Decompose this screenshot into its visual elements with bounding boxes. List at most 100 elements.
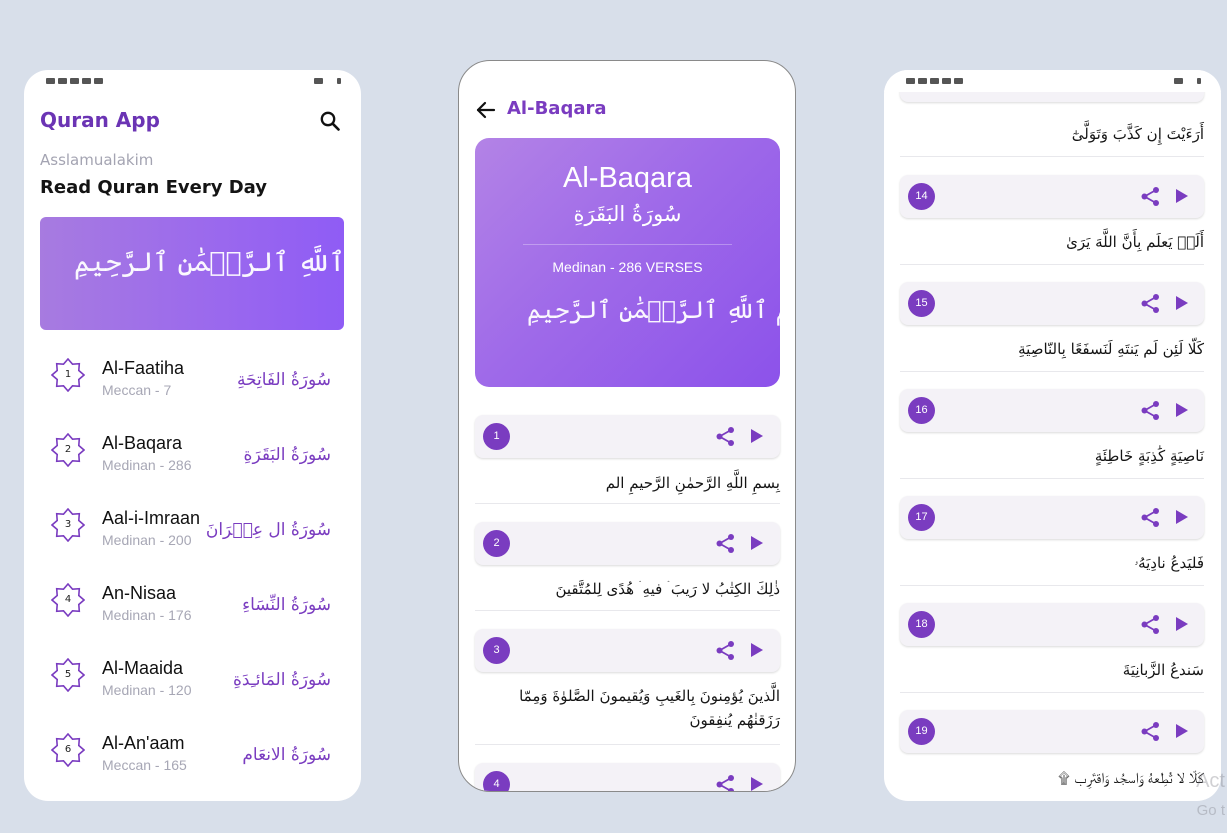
- surah-number-badge: 1: [51, 358, 85, 392]
- play-icon: [751, 643, 763, 657]
- verse-number: 3: [483, 637, 510, 664]
- divider: [900, 156, 1204, 157]
- play-icon: [1176, 510, 1188, 524]
- share-icon: [1141, 401, 1159, 420]
- surah-row[interactable]: 4 An-Nisaa Medinan - 176 سُورَةُ النِّسَ…: [24, 577, 361, 637]
- surah-row[interactable]: 6 Al-An'aam Meccan - 165 سُورَةُ الانعَا…: [24, 727, 361, 787]
- verse-text: أَرَءَيْتَ إِن كَذَّبَ وَتَوَلَّىٰٓ: [1071, 125, 1204, 143]
- play-icon: [1176, 617, 1188, 631]
- surah-name: Al-Maaida: [102, 658, 184, 678]
- verse-action-bar: 3: [475, 629, 780, 672]
- play-button[interactable]: [1173, 401, 1191, 419]
- surah-row[interactable]: 2 Al-Baqara Medinan - 286 سُورَةُ البَقَ…: [24, 427, 361, 487]
- status-bar: [46, 74, 341, 88]
- play-button[interactable]: [1173, 187, 1191, 205]
- share-icon: [1141, 508, 1159, 527]
- verse-number: 15: [908, 290, 935, 317]
- divider: [900, 585, 1204, 586]
- verse-number: 4: [483, 771, 510, 791]
- share-button[interactable]: [1140, 293, 1161, 314]
- greeting-text: Asslamualakim: [40, 151, 154, 169]
- surah-number-badge: 3: [51, 508, 85, 542]
- share-button[interactable]: [1140, 507, 1161, 528]
- surah-arabic-name: سُورَةُ البَقَرَةِ: [243, 445, 331, 465]
- divider: [900, 264, 1204, 265]
- play-icon: [751, 429, 763, 443]
- search-button[interactable]: [318, 109, 342, 133]
- surah-meta: Medinan - 200: [102, 532, 192, 548]
- verse-text: نَاصِيَةٍ كَٰذِبَةٍ خَاطِئَةٍ: [1094, 447, 1204, 465]
- verse-action-bar: 19: [900, 710, 1204, 753]
- play-icon: [1176, 724, 1188, 738]
- play-button[interactable]: [1173, 615, 1191, 633]
- surah-number: 1: [64, 369, 72, 380]
- share-icon: [716, 641, 734, 660]
- verse-action-bar: 16: [900, 389, 1204, 432]
- verse-number: 18: [908, 611, 935, 638]
- card-divider: [523, 244, 732, 245]
- surah-name: Al-Baqara: [102, 433, 183, 453]
- play-button[interactable]: [1173, 508, 1191, 526]
- share-icon: [716, 534, 734, 553]
- verse-text: أَلَمۡ يَعلَم بِأَنَّ اللَّهَ يَرَىٰ: [1066, 233, 1204, 251]
- play-button[interactable]: [1173, 722, 1191, 740]
- play-button[interactable]: [748, 641, 766, 659]
- share-button[interactable]: [715, 640, 736, 661]
- bismillah-calligraphy: بِسۡمِ ٱللَّهِ ٱلرَّحۡمَٰنِ ٱلرَّحِيمِ: [74, 247, 344, 278]
- verse-text: الَّذينَ يُؤمِنونَ بِالغَيبِ وَيُقيمونَ …: [519, 687, 780, 729]
- verse-action-bar: 15: [900, 282, 1204, 325]
- surah-arabic-name: سُورَةُ ال عِمۡرَانَ: [205, 520, 331, 540]
- surah-meta: Meccan - 7: [102, 382, 172, 398]
- divider: [475, 610, 780, 611]
- play-button[interactable]: [748, 534, 766, 552]
- play-icon: [751, 536, 763, 550]
- surah-name: An-Nisaa: [102, 583, 177, 603]
- play-button[interactable]: [748, 775, 766, 791]
- play-icon: [1176, 296, 1188, 310]
- surah-english-name: Al-Baqara: [563, 162, 692, 194]
- verse-action-bar: 17: [900, 496, 1204, 539]
- share-icon: [1141, 615, 1159, 634]
- share-button[interactable]: [715, 774, 736, 791]
- verse-number: 2: [483, 530, 510, 557]
- bismillah-calligraphy: بِسۡمِ ٱللَّهِ ٱلرَّحۡمَٰنِ ٱلرَّحِيمِ: [527, 296, 780, 324]
- divider: [900, 371, 1204, 372]
- surah-row[interactable]: 3 Aal-i-Imraan Medinan - 200 سُورَةُ ال …: [24, 502, 361, 562]
- surah-arabic-name: سُورَةُ النِّسَاءِ: [242, 595, 331, 615]
- verse-text: سَندعُ الزَّبانِيَةَ: [1122, 661, 1204, 679]
- activation-watermark: Act: [1196, 770, 1225, 792]
- surah-name: Al-Faatiha: [102, 358, 185, 378]
- share-button[interactable]: [1140, 614, 1161, 635]
- surah-detail-screen: Al-Baqara Al-Baqara سُورَةُ البَقَرَةِ M…: [458, 60, 796, 792]
- surah-number: 4: [64, 594, 72, 605]
- share-icon: [1141, 722, 1159, 741]
- activation-watermark-sub: Go t: [1196, 802, 1225, 819]
- surah-name: Aal-i-Imraan: [102, 508, 201, 528]
- app-title: Quran App: [40, 108, 160, 132]
- surah-meta: Medinan - 120: [102, 682, 192, 698]
- share-button[interactable]: [715, 533, 736, 554]
- surah-number: 6: [64, 744, 72, 755]
- play-icon: [1176, 189, 1188, 203]
- surah-meta: Medinan - 286: [102, 457, 192, 473]
- share-button[interactable]: [1140, 721, 1161, 742]
- home-screen: Quran App Asslamualakim Read Quran Every…: [24, 70, 361, 801]
- share-button[interactable]: [715, 426, 736, 447]
- share-button[interactable]: [1140, 186, 1161, 207]
- verse-action-bar: 1: [475, 415, 780, 458]
- surah-arabic-name: سُورَةُ المَائـِدَةِ: [233, 670, 331, 690]
- surah-row[interactable]: 1 Al-Faatiha Meccan - 7 سُورَةُ الفَاتِح…: [24, 352, 361, 412]
- share-icon: [716, 775, 734, 791]
- arrow-left-icon: [476, 101, 496, 119]
- surah-meta: Medinan - 176: [102, 607, 192, 623]
- surah-arabic-name: سُورَةُ الفَاتِحَةِ: [236, 370, 331, 390]
- play-button[interactable]: [1173, 294, 1191, 312]
- surah-number-badge: 2: [51, 433, 85, 467]
- verse-number: 19: [908, 718, 935, 745]
- play-button[interactable]: [748, 427, 766, 445]
- back-button[interactable]: [475, 99, 497, 121]
- share-button[interactable]: [1140, 400, 1161, 421]
- verse-action-bar: 4: [475, 763, 780, 791]
- surah-arabic-name: سُورَةُ البَقَرَةِ: [573, 202, 682, 226]
- surah-row[interactable]: 5 Al-Maaida Medinan - 120 سُورَةُ المَائ…: [24, 652, 361, 712]
